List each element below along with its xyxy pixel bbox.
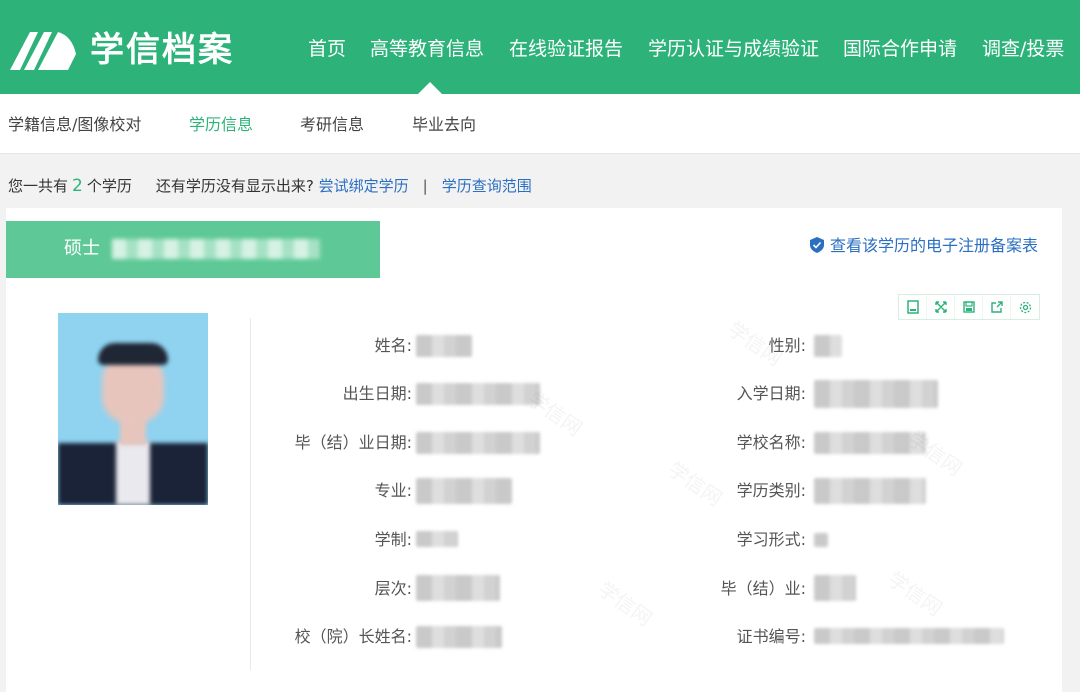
degree-card: 硕士 查看该学历的电子注册备案表 姓名: 出生日期: 毕（结）业日期: 专业: … [6, 208, 1062, 692]
degree-count: 2 [72, 176, 83, 196]
column-divider [250, 318, 251, 670]
summary-suffix: 个学历 [86, 177, 132, 195]
nav-higher-education[interactable]: 高等教育信息 [370, 36, 484, 62]
settings-icon[interactable] [1011, 295, 1039, 319]
nav-certification[interactable]: 学历认证与成绩验证 [648, 36, 819, 62]
active-nav-indicator [418, 82, 442, 94]
label-school-name: 学校名称: [736, 433, 806, 452]
top-header: 学信档案 首页 高等教育信息 在线验证报告 学历认证与成绩验证 国际合作申请 调… [0, 0, 1080, 94]
label-name: 姓名: [374, 336, 412, 355]
summary-question: 还有学历没有显示出来? [155, 177, 314, 195]
value-degree-type-redacted [814, 478, 926, 504]
tab-enrollment-info[interactable]: 学籍信息/图像校对 [8, 114, 141, 136]
label-level: 层次: [374, 579, 412, 598]
value-certificate-number-redacted [814, 628, 1004, 644]
value-level-redacted [416, 575, 500, 601]
registration-link-text: 查看该学历的电子注册备案表 [829, 236, 1038, 255]
label-graduation-date: 毕（结）业日期: [294, 433, 412, 452]
link-separator: | [422, 177, 428, 195]
value-study-mode-redacted [814, 533, 828, 547]
redacted-school-name [112, 239, 320, 259]
value-enrollment-date-redacted [814, 380, 938, 408]
nav-home[interactable]: 首页 [308, 36, 346, 62]
label-birth-date: 出生日期: [342, 384, 412, 403]
shield-check-icon [809, 237, 824, 253]
record-toolbar [898, 294, 1040, 320]
tab-graduate-exam[interactable]: 考研信息 [300, 114, 364, 136]
value-major-redacted [416, 478, 512, 504]
registration-form-link[interactable]: 查看该学历的电子注册备案表 [809, 235, 1038, 257]
save-icon[interactable] [955, 295, 983, 319]
value-duration-redacted [416, 531, 458, 547]
value-name-redacted [416, 335, 472, 357]
label-major: 专业: [374, 481, 412, 500]
value-school-name-redacted [814, 432, 926, 454]
brand-title[interactable]: 学信档案 [90, 30, 234, 70]
document-icon[interactable] [899, 295, 927, 319]
value-gender-redacted [814, 335, 842, 357]
label-degree-type: 学历类别: [736, 481, 806, 500]
fullscreen-icon[interactable] [927, 295, 955, 319]
query-scope-link[interactable]: 学历查询范围 [442, 177, 532, 195]
bind-degree-link[interactable]: 尝试绑定学历 [319, 177, 409, 195]
logo-icon[interactable] [8, 26, 78, 72]
label-duration: 学制: [374, 530, 412, 549]
degree-level-label: 硕士 [64, 238, 100, 259]
value-graduation-date-redacted [416, 432, 540, 454]
label-president-name: 校（院）长姓名: [294, 627, 412, 646]
watermark: 学信网 [593, 576, 657, 631]
watermark: 学信网 [663, 456, 727, 511]
watermark: 学信网 [883, 566, 947, 621]
degree-summary: 您一共有 2 个学历 还有学历没有显示出来? 尝试绑定学历 | 学历查询范围 [8, 176, 532, 196]
value-graduation-status-redacted [814, 575, 856, 601]
nav-survey[interactable]: 调查/投票 [982, 36, 1064, 62]
label-graduation-status: 毕（结）业: [720, 579, 806, 598]
sub-nav: 学籍信息/图像校对 学历信息 考研信息 毕业去向 [0, 94, 1080, 154]
label-enrollment-date: 入学日期: [736, 384, 806, 403]
label-study-mode: 学习形式: [736, 530, 806, 549]
degree-tab[interactable]: 硕士 [6, 221, 380, 278]
summary-prefix: 您一共有 [8, 177, 69, 195]
label-gender: 性别: [768, 336, 806, 355]
tab-destination[interactable]: 毕业去向 [412, 114, 476, 136]
label-certificate-number: 证书编号: [736, 627, 806, 646]
value-birth-date-redacted [416, 383, 540, 405]
value-president-name-redacted [416, 626, 502, 648]
share-icon[interactable] [983, 295, 1011, 319]
student-photo [58, 313, 208, 505]
nav-international[interactable]: 国际合作申请 [843, 36, 957, 62]
nav-online-report[interactable]: 在线验证报告 [509, 36, 623, 62]
tab-degree-info[interactable]: 学历信息 [189, 114, 253, 136]
